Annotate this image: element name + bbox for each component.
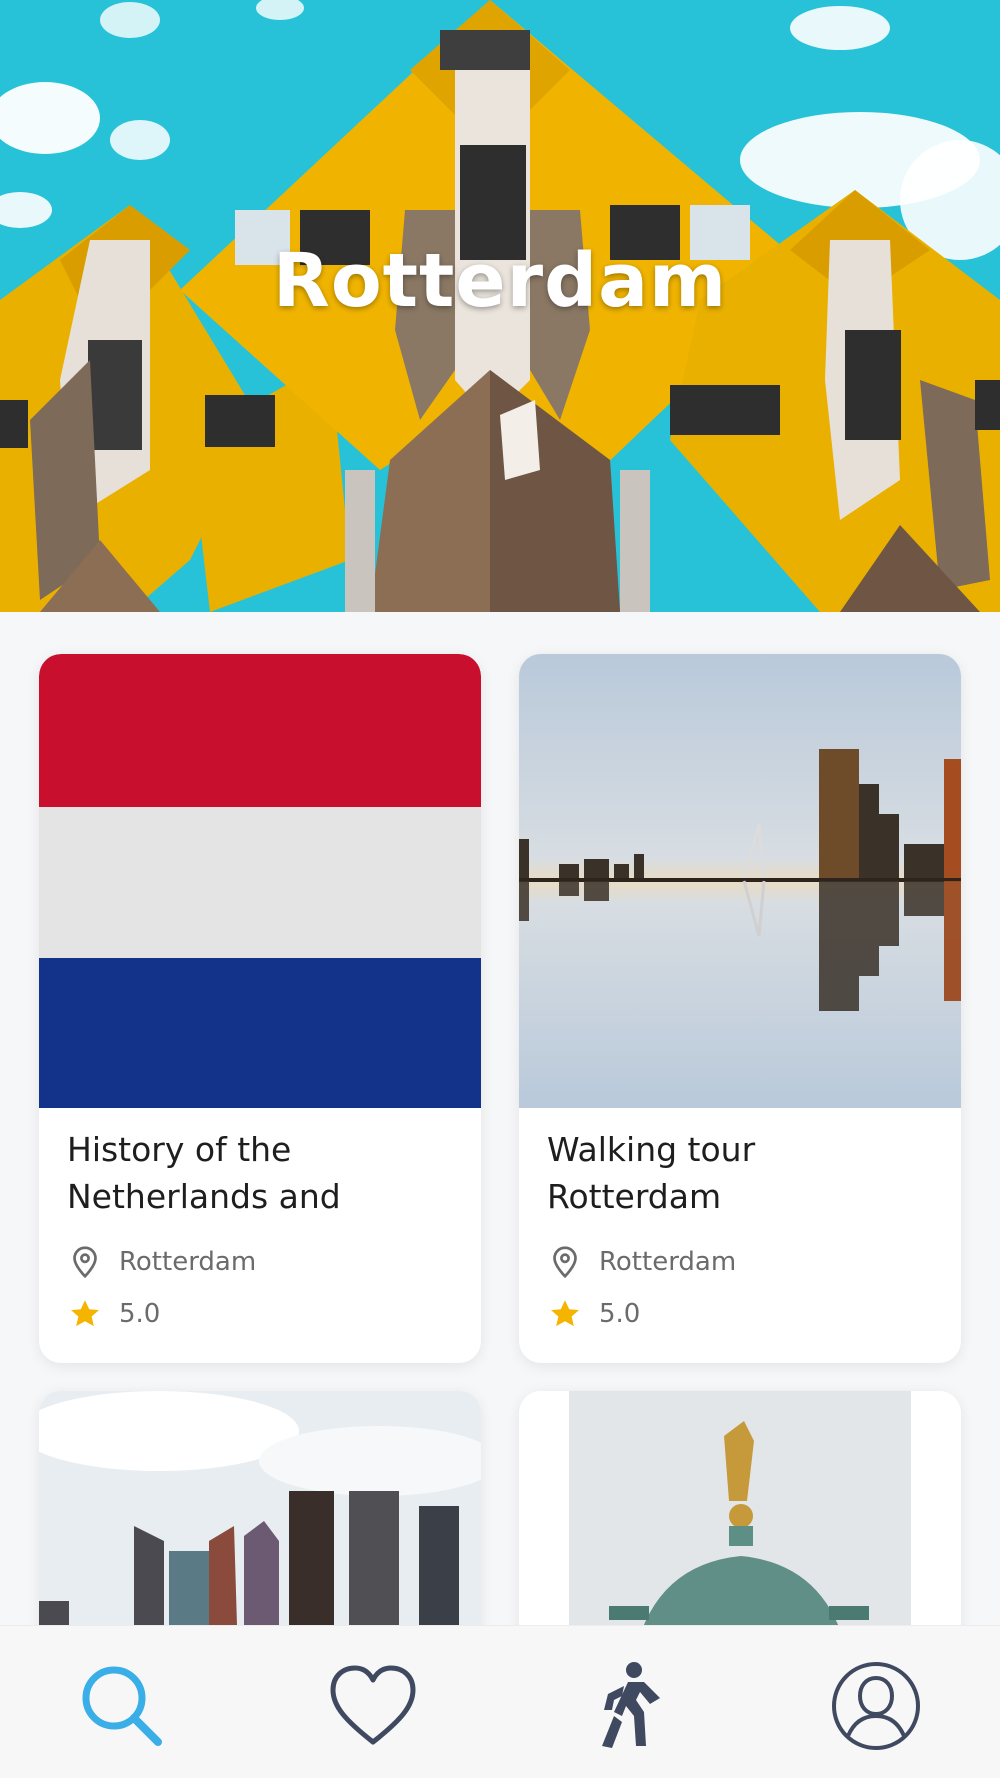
search-icon <box>82 1666 162 1746</box>
heart-icon <box>330 1665 416 1745</box>
page-title: Rotterdam <box>272 238 728 324</box>
nav-tours-tab[interactable] <box>576 1656 676 1756</box>
location-row: Rotterdam <box>67 1244 256 1280</box>
tour-card[interactable]: Walking tour Rotterdam Rotterdam 5.0 <box>519 654 961 1363</box>
star-icon <box>547 1296 583 1332</box>
rating-text: 5.0 <box>599 1299 641 1329</box>
netherlands-flag-image <box>39 654 481 1108</box>
rating-text: 5.0 <box>119 1299 161 1329</box>
rating-row: 5.0 <box>547 1296 640 1332</box>
profile-icon <box>832 1662 920 1750</box>
nav-profile-tab[interactable] <box>826 1656 926 1756</box>
hero-banner: Rotterdam <box>0 0 1000 612</box>
tour-title: History of the Netherlands and <box>67 1130 341 1216</box>
app-screen: Rotterdam History of the Netherlands and… <box>0 0 1000 1778</box>
rating-row: 5.0 <box>67 1296 160 1332</box>
location-text: Rotterdam <box>119 1247 257 1277</box>
skyline-reflection-image <box>519 654 961 1108</box>
nav-favorites-tab[interactable] <box>323 1656 423 1756</box>
star-icon <box>67 1296 103 1332</box>
location-pin-icon <box>67 1244 103 1280</box>
nav-search-tab[interactable] <box>72 1656 172 1756</box>
location-row: Rotterdam <box>547 1244 736 1280</box>
location-text: Rotterdam <box>599 1247 737 1277</box>
walking-person-icon <box>602 1662 660 1748</box>
bottom-nav <box>0 1625 1000 1778</box>
tour-card[interactable]: History of the Netherlands and Rotterdam… <box>39 654 481 1363</box>
location-pin-icon <box>547 1244 583 1280</box>
tour-title: Walking tour Rotterdam <box>547 1130 756 1216</box>
